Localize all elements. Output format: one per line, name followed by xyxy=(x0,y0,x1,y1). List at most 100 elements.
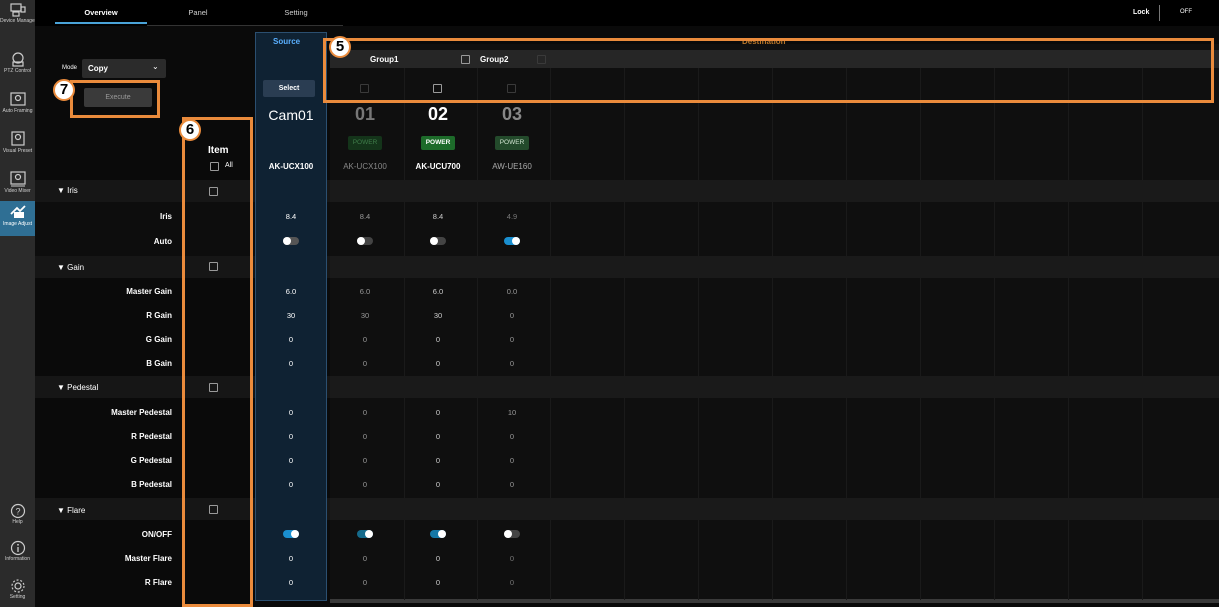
value-cell: 0 xyxy=(362,359,368,368)
row-label-r-gain: R Gain xyxy=(146,311,172,320)
source-model: AK-UCX100 xyxy=(268,162,314,171)
cam01-power-button[interactable]: POWER xyxy=(348,136,382,150)
value-cell: 0 xyxy=(288,480,294,489)
tab-setting[interactable]: Setting xyxy=(249,0,343,26)
value-cell: 0 xyxy=(435,554,441,563)
svg-text:?: ? xyxy=(15,507,20,517)
section-title-flare[interactable]: ▼ Flare xyxy=(57,506,85,515)
grid-line xyxy=(846,68,847,600)
mode-label: Mode xyxy=(62,65,78,71)
value-cell: 0.0 xyxy=(506,287,518,296)
value-cell: 0 xyxy=(362,456,368,465)
cam02-flare-toggle[interactable] xyxy=(430,530,446,538)
grid-line xyxy=(624,68,625,600)
cam03-power-button[interactable]: POWER xyxy=(495,136,529,150)
cam01-flare-toggle[interactable] xyxy=(357,530,373,538)
nav-label: Device Manager xyxy=(0,18,35,24)
value-cell: 0 xyxy=(288,432,294,441)
nav-help[interactable]: ? Help xyxy=(0,503,35,537)
dest-band xyxy=(330,256,1219,278)
value-cell: 0 xyxy=(288,408,294,417)
nav-visual-preset[interactable]: Visual Preset xyxy=(0,130,35,168)
section-title-pedestal[interactable]: ▼ Pedestal xyxy=(57,383,98,392)
mode-dropdown[interactable]: Copy ⌄ xyxy=(82,59,166,78)
cam01-number: 01 xyxy=(354,104,376,124)
callout-box-7 xyxy=(70,80,160,118)
value-cell: 0 xyxy=(362,408,368,417)
nav-label: Visual Preset xyxy=(2,148,33,154)
row-label-iris: Iris xyxy=(159,212,172,221)
value-cell: 30 xyxy=(433,311,443,320)
dest-band xyxy=(330,180,1219,202)
select-button[interactable]: Select xyxy=(263,80,315,97)
section-title-gain[interactable]: ▼ Gain xyxy=(57,263,84,272)
value-cell: 0 xyxy=(362,335,368,344)
nav-setting[interactable]: Setting xyxy=(0,578,35,607)
visual-preset-icon xyxy=(10,131,25,146)
grid-line xyxy=(1068,68,1069,600)
divider xyxy=(1159,5,1160,21)
tab-panel[interactable]: Panel xyxy=(147,0,249,26)
dest-band xyxy=(330,376,1219,398)
image-adjust-icon xyxy=(9,205,26,218)
row-label-auto: Auto xyxy=(153,237,172,246)
source-auto-toggle[interactable] xyxy=(283,237,299,245)
value-cell: 0 xyxy=(509,432,515,441)
value-cell: 0 xyxy=(362,554,368,563)
value-cell: 0 xyxy=(288,335,294,344)
top-bar: Overview Panel Setting Lock OFF xyxy=(35,0,1219,26)
cam02-power-button[interactable]: POWER xyxy=(421,136,455,150)
row-label-master-gain: Master Gain xyxy=(126,287,172,296)
cam03-auto-toggle[interactable] xyxy=(504,237,520,245)
source-camera-name: Cam01 xyxy=(268,107,314,123)
chevron-down-icon: ⌄ xyxy=(152,62,159,71)
row-label-b-gain: B Gain xyxy=(146,359,172,368)
device-manager-icon xyxy=(9,3,26,17)
grid-line xyxy=(404,68,405,600)
nav-auto-framing[interactable]: Auto Framing xyxy=(0,90,35,128)
value-cell: 0 xyxy=(509,578,515,587)
horizontal-scrollbar[interactable] xyxy=(330,599,1219,603)
value-cell: 0 xyxy=(435,335,441,344)
cam02-auto-toggle[interactable] xyxy=(430,237,446,245)
value-cell: 0 xyxy=(288,456,294,465)
value-cell: 0 xyxy=(362,578,368,587)
source-flare-toggle[interactable] xyxy=(283,530,299,538)
value-cell: 0 xyxy=(435,456,441,465)
value-cell: 0 xyxy=(509,335,515,344)
nav-ptz-control[interactable]: PTZ Control xyxy=(0,50,35,88)
grid-line xyxy=(772,68,773,600)
cam01-auto-toggle[interactable] xyxy=(357,237,373,245)
row-label-r-flare: R Flare xyxy=(144,578,172,587)
value-cell: 0 xyxy=(435,578,441,587)
nav-video-mixer[interactable]: Video Mixer xyxy=(0,170,35,200)
nav-label: Information xyxy=(4,556,30,562)
callout-box-6 xyxy=(182,117,253,607)
nav-device-manager[interactable]: Device Manager xyxy=(0,2,35,46)
row-label-g-pedestal: G Pedestal xyxy=(130,456,172,465)
value-cell: 0 xyxy=(288,554,294,563)
lock-label: Lock xyxy=(1133,9,1150,16)
mode-value: Copy xyxy=(88,64,108,73)
section-title-iris[interactable]: ▼ Iris xyxy=(57,186,78,195)
value-cell: 30 xyxy=(286,311,296,320)
tab-overview[interactable]: Overview xyxy=(55,0,147,26)
grid-line xyxy=(477,68,478,600)
row-label-master-pedestal: Master Pedestal xyxy=(111,408,172,417)
nav-label: Video Mixer xyxy=(4,188,31,194)
value-cell: 0 xyxy=(509,359,515,368)
value-cell: 0 xyxy=(435,432,441,441)
nav-image-adjust[interactable]: Image Adjust xyxy=(0,201,35,236)
nav-information[interactable]: Information xyxy=(0,540,35,574)
value-cell: 10 xyxy=(507,408,517,417)
value-cell: 30 xyxy=(360,311,370,320)
value-cell: 0 xyxy=(509,311,515,320)
cam03-number: 03 xyxy=(501,104,523,124)
dest-band xyxy=(330,498,1219,520)
cam03-flare-toggle[interactable] xyxy=(504,530,520,538)
grid-line xyxy=(550,68,551,600)
video-mixer-icon xyxy=(9,171,26,187)
lock-toggle[interactable]: OFF xyxy=(1180,9,1192,15)
nav-label: Image Adjust xyxy=(3,221,32,227)
cam02-number: 02 xyxy=(427,104,449,124)
